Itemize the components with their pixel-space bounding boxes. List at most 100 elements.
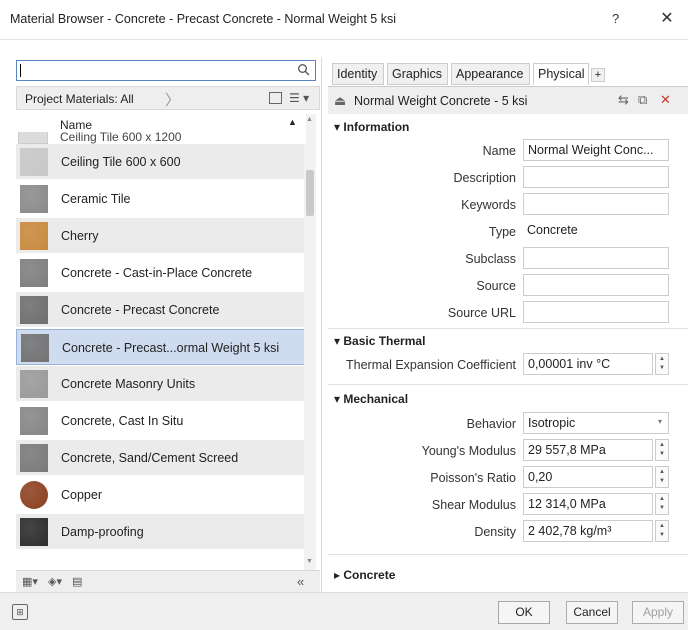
sort-ascending-icon[interactable]: ▲: [288, 117, 297, 127]
collapse-pane-icon[interactable]: «: [297, 574, 304, 589]
column-header-name[interactable]: Name: [60, 118, 92, 132]
section-information[interactable]: ▾ Information: [334, 120, 409, 134]
material-swatch: [20, 407, 48, 435]
spinner-icon[interactable]: ▲ ▼: [655, 439, 669, 461]
type-value: Concrete: [527, 223, 578, 237]
list-item[interactable]: Concrete - Precast...ormal Weight 5 ksi: [16, 329, 306, 365]
apply-button[interactable]: Apply: [632, 601, 684, 624]
list-item[interactable]: Concrete - Precast Concrete: [16, 292, 306, 328]
asset-header: ⏏ Normal Weight Concrete - 5 ksi ⇆ ⧉ ✕: [328, 86, 688, 114]
behavior-label: Behavior: [466, 417, 516, 431]
name-field[interactable]: Normal Weight Conc...: [523, 139, 669, 161]
material-swatch: [20, 222, 48, 250]
thermal-expansion-field[interactable]: 0,00001 inv °C: [523, 353, 653, 375]
tab-graphics[interactable]: Graphics: [387, 63, 448, 85]
list-item[interactable]: Concrete, Cast In Situ: [16, 403, 306, 439]
shear-modulus-field[interactable]: 12 314,0 MPa: [523, 493, 653, 515]
list-item[interactable]: Damp-proofing: [16, 514, 306, 550]
close-button[interactable]: ✕: [656, 8, 678, 30]
library-dropdown[interactable]: Project Materials: All: [25, 92, 134, 106]
divider: [328, 384, 688, 385]
list-item-label: Ceiling Tile 600 x 600: [61, 155, 181, 169]
list-item-label: Concrete - Precast...ormal Weight 5 ksi: [62, 341, 280, 355]
keywords-label: Keywords: [461, 198, 516, 212]
list-item-label: Concrete Masonry Units: [61, 377, 196, 391]
section-mechanical[interactable]: ▾ Mechanical: [334, 392, 408, 406]
material-swatch: [20, 481, 48, 509]
search-input[interactable]: [16, 60, 316, 81]
list-item[interactable]: Concrete, Sand/Cement Screed: [16, 440, 306, 476]
asset-icon: ⏏: [334, 93, 347, 108]
density-field[interactable]: 2 402,78 kg/m³: [523, 520, 653, 542]
section-title: Information: [343, 120, 410, 134]
section-concrete[interactable]: ▸ Concrete: [334, 568, 395, 582]
cancel-button[interactable]: Cancel: [566, 601, 618, 624]
chevron-right-icon[interactable]: 〉: [165, 89, 180, 110]
subclass-label: Subclass: [465, 252, 516, 266]
list-item[interactable]: Copper: [16, 477, 306, 513]
view-toggle-icon[interactable]: [269, 92, 282, 104]
material-swatch: [20, 148, 48, 176]
list-scrollbar[interactable]: ▲ ▼: [304, 114, 316, 570]
list-item-label: Damp-proofing: [61, 525, 144, 539]
create-material-icon[interactable]: ◈▾: [48, 575, 62, 588]
subclass-field[interactable]: [523, 247, 669, 269]
material-swatch: [18, 132, 48, 144]
list-header[interactable]: Name ▲ Ceiling Tile 600 x 1200: [16, 114, 306, 144]
material-swatch: [20, 370, 48, 398]
section-title: Mechanical: [343, 392, 409, 406]
description-label: Description: [453, 171, 516, 185]
asset-browser-icon[interactable]: ⊞: [12, 604, 28, 620]
list-item[interactable]: Concrete Masonry Units: [16, 366, 306, 402]
youngs-modulus-label: Young's Modulus: [421, 444, 516, 458]
duplicate-asset-icon[interactable]: ⧉: [638, 92, 647, 108]
add-asset-tab-button[interactable]: +: [591, 68, 605, 82]
pane-splitter[interactable]: [321, 57, 322, 592]
library-menu-icon[interactable]: ▦▾: [22, 575, 38, 588]
list-item[interactable]: Concrete - Cast-in-Place Concrete: [16, 255, 306, 291]
list-item-label: Ceramic Tile: [61, 192, 131, 206]
scroll-up-icon[interactable]: ▲: [306, 116, 313, 123]
tab-appearance[interactable]: Appearance: [451, 63, 530, 85]
thermal-expansion-label: Thermal Expansion Coefficient: [346, 358, 516, 372]
property-panel: ▾ Information Name Normal Weight Conc...…: [328, 114, 688, 592]
open-editor-icon[interactable]: ▤: [72, 575, 82, 588]
section-basic-thermal[interactable]: ▾ Basic Thermal: [334, 334, 425, 348]
search-icon[interactable]: [297, 63, 311, 77]
list-item-label: Copper: [61, 488, 102, 502]
material-swatch: [20, 259, 48, 287]
dropdown-arrow-icon[interactable]: ▾: [658, 417, 662, 426]
youngs-modulus-field[interactable]: 29 557,8 MPa: [523, 439, 653, 461]
help-button[interactable]: ?: [612, 11, 619, 26]
list-item[interactable]: Ceiling Tile 600 x 600: [16, 144, 306, 180]
scrollbar-thumb[interactable]: [306, 170, 314, 216]
spinner-icon[interactable]: ▲ ▼: [655, 353, 669, 375]
library-bar: Project Materials: All 〉 ☰ ▾: [16, 86, 320, 110]
keywords-field[interactable]: [523, 193, 669, 215]
spinner-icon[interactable]: ▲ ▼: [655, 520, 669, 542]
tab-identity[interactable]: Identity: [332, 63, 384, 85]
source-url-label: Source URL: [447, 306, 516, 320]
remove-asset-icon[interactable]: ✕: [660, 92, 671, 108]
list-item[interactable]: Ceramic Tile: [16, 181, 306, 217]
list-view-icon[interactable]: ☰ ▾: [289, 91, 309, 105]
section-title: Basic Thermal: [343, 334, 426, 348]
name-label: Name: [482, 144, 516, 158]
replace-asset-icon[interactable]: ⇆: [618, 92, 629, 108]
list-item-partial[interactable]: Ceiling Tile 600 x 1200: [60, 132, 181, 144]
poissons-ratio-field[interactable]: 0,20: [523, 466, 653, 488]
behavior-dropdown[interactable]: Isotropic ▾: [523, 412, 669, 434]
section-title: Concrete: [343, 568, 396, 582]
list-item-label: Concrete, Cast In Situ: [61, 414, 184, 428]
scroll-down-icon[interactable]: ▼: [306, 558, 313, 565]
divider: [328, 554, 688, 555]
type-label: Type: [488, 225, 516, 239]
list-item[interactable]: Cherry: [16, 218, 306, 254]
spinner-icon[interactable]: ▲ ▼: [655, 466, 669, 488]
spinner-icon[interactable]: ▲ ▼: [655, 493, 669, 515]
source-url-field[interactable]: [523, 301, 669, 323]
description-field[interactable]: [523, 166, 669, 188]
tab-physical[interactable]: Physical: [533, 63, 589, 85]
ok-button[interactable]: OK: [498, 601, 550, 624]
source-field[interactable]: [523, 274, 669, 296]
